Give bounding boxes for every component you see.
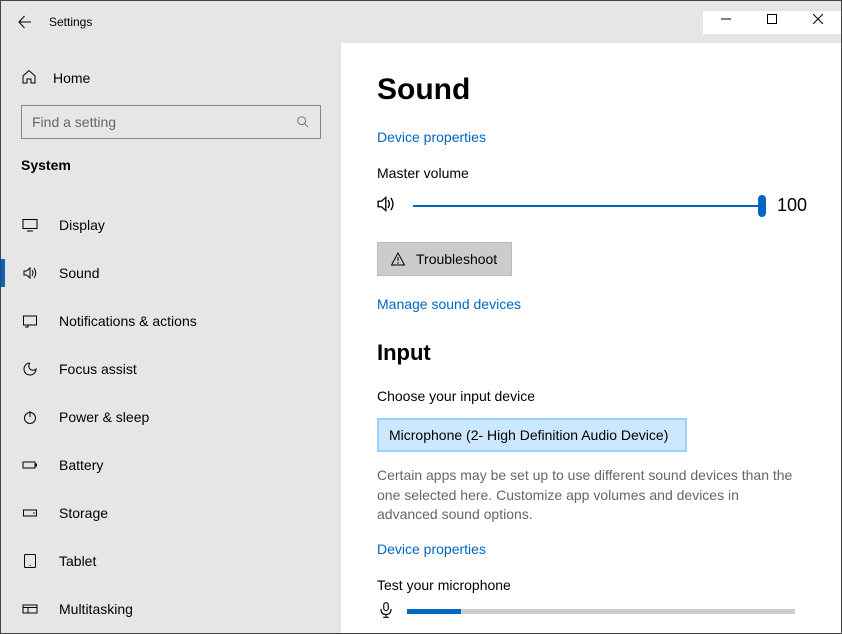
sidebar-item-power-sleep[interactable]: Power & sleep: [1, 393, 341, 441]
input-hint-text: Certain apps may be set up to use differ…: [377, 466, 795, 525]
power-icon: [21, 408, 39, 426]
sidebar-item-label: Tablet: [59, 553, 96, 569]
choose-input-label: Choose your input device: [377, 388, 795, 404]
notifications-icon: [21, 312, 39, 330]
focus-assist-icon: [21, 360, 39, 378]
window-title: Settings: [49, 15, 92, 29]
sidebar-item-label: Power & sleep: [59, 409, 149, 425]
search-icon: [296, 115, 310, 129]
sidebar-item-label: Display: [59, 217, 105, 233]
section-label: System: [1, 157, 341, 191]
sidebar-item-battery[interactable]: Battery: [1, 441, 341, 489]
sidebar-item-label: Notifications & actions: [59, 313, 197, 329]
device-properties-link[interactable]: Device properties: [377, 129, 795, 145]
minimize-icon: [721, 14, 731, 24]
window-controls: [703, 11, 841, 34]
input-heading: Input: [377, 340, 795, 366]
sidebar-item-label: Storage: [59, 505, 108, 521]
test-mic-label: Test your microphone: [377, 577, 795, 593]
maximize-button[interactable]: [749, 4, 795, 34]
mic-level-bar: [407, 609, 795, 614]
close-button[interactable]: [795, 4, 841, 34]
battery-icon: [21, 456, 39, 474]
speaker-icon: [377, 195, 399, 216]
arrow-left-icon: [17, 14, 33, 30]
sidebar-item-label: Battery: [59, 457, 103, 473]
search-input[interactable]: [32, 114, 296, 130]
home-label: Home: [53, 70, 90, 86]
sidebar-item-display[interactable]: Display: [1, 201, 341, 249]
master-volume-slider[interactable]: [413, 205, 763, 207]
sidebar-item-label: Sound: [59, 265, 99, 281]
slider-thumb[interactable]: [758, 195, 766, 217]
input-device-selected: Microphone (2- High Definition Audio Dev…: [389, 427, 668, 443]
sidebar-item-storage[interactable]: Storage: [1, 489, 341, 537]
warning-icon: [390, 251, 406, 267]
search-box[interactable]: [21, 105, 321, 139]
troubleshoot-label: Troubleshoot: [416, 251, 497, 267]
mic-level-fill: [407, 609, 461, 614]
manage-sound-devices-link[interactable]: Manage sound devices: [377, 296, 795, 312]
master-volume-label: Master volume: [377, 165, 795, 181]
sidebar-item-tablet[interactable]: Tablet: [1, 537, 341, 585]
sidebar-item-multitasking[interactable]: Multitasking: [1, 585, 341, 633]
sidebar-item-notifications[interactable]: Notifications & actions: [1, 297, 341, 345]
minimize-button[interactable]: [703, 4, 749, 34]
home-icon: [21, 69, 37, 88]
back-button[interactable]: [1, 1, 49, 43]
close-icon: [813, 14, 823, 24]
page-title: Sound: [377, 73, 795, 107]
sidebar-item-label: Focus assist: [59, 361, 137, 377]
nav-list: Display Sound Notifications & actions Fo…: [1, 201, 341, 633]
input-device-select[interactable]: Microphone (2- High Definition Audio Dev…: [377, 418, 687, 452]
maximize-icon: [767, 14, 777, 24]
display-icon: [21, 216, 39, 234]
multitasking-icon: [21, 600, 39, 618]
titlebar: Settings: [1, 1, 841, 43]
sound-icon: [21, 264, 39, 282]
troubleshoot-output-button[interactable]: Troubleshoot: [377, 242, 512, 276]
master-volume-value: 100: [777, 195, 807, 216]
sidebar: Home System Display Sound Notifications …: [1, 43, 341, 633]
sidebar-item-focus-assist[interactable]: Focus assist: [1, 345, 341, 393]
home-nav-item[interactable]: Home: [1, 63, 341, 93]
content-area: Sound Device properties Master volume 10…: [341, 43, 841, 633]
microphone-icon: [377, 601, 395, 622]
sidebar-item-label: Multitasking: [59, 601, 133, 617]
storage-icon: [21, 504, 39, 522]
input-device-properties-link[interactable]: Device properties: [377, 541, 795, 557]
sidebar-item-sound[interactable]: Sound: [1, 249, 341, 297]
tablet-icon: [21, 552, 39, 570]
